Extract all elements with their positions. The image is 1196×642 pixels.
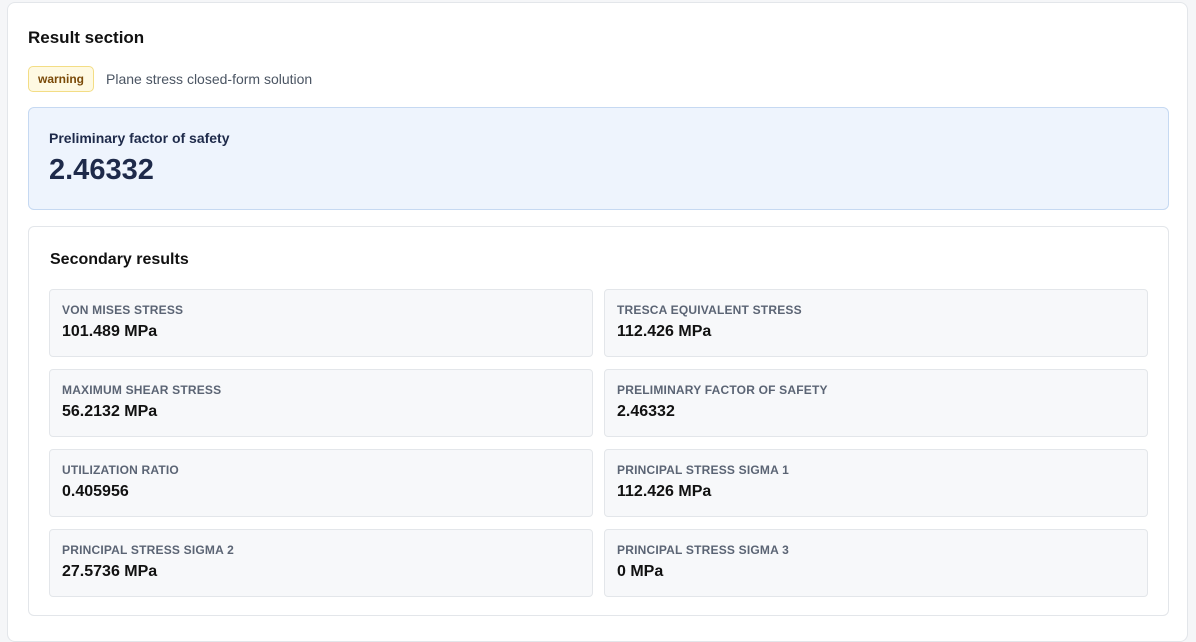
metric-principal-stress-sigma-3: PRINCIPAL STRESS SIGMA 3 0 MPa <box>604 529 1148 597</box>
metric-utilization-ratio: UTILIZATION RATIO 0.405956 <box>49 449 593 517</box>
metric-label: PRINCIPAL STRESS SIGMA 1 <box>617 463 789 477</box>
secondary-results-card: Secondary results VON MISES STRESS 101.4… <box>28 226 1169 616</box>
metric-label: PRELIMINARY FACTOR OF SAFETY <box>617 383 828 397</box>
warning-badge: warning <box>28 66 95 92</box>
metric-value: 0 MPa <box>617 563 664 580</box>
primary-result-card: Preliminary factor of safety 2.46332 <box>28 107 1169 210</box>
metrics-grid: VON MISES STRESS 101.489 MPa TRESCA EQUI… <box>49 289 1148 597</box>
metric-value: 112.426 MPa <box>617 323 712 340</box>
secondary-results-title: Secondary results <box>50 251 189 268</box>
metric-value: 101.489 MPa <box>62 323 158 340</box>
metric-tresca-equivalent-stress: TRESCA EQUIVALENT STRESS 112.426 MPa <box>604 289 1148 357</box>
metric-maximum-shear-stress: MAXIMUM SHEAR STRESS 56.2132 MPa <box>49 369 593 437</box>
metric-principal-stress-sigma-2: PRINCIPAL STRESS SIGMA 2 27.5736 MPa <box>49 529 593 597</box>
metric-value: 56.2132 MPa <box>62 403 158 420</box>
result-section-title: Result section <box>28 28 145 47</box>
result-section: Result section warning Plane stress clos… <box>7 2 1188 642</box>
metric-label: PRINCIPAL STRESS SIGMA 2 <box>62 543 234 557</box>
metric-value: 112.426 MPa <box>617 483 712 500</box>
metric-preliminary-factor-of-safety: PRELIMINARY FACTOR OF SAFETY 2.46332 <box>604 369 1148 437</box>
metric-label: VON MISES STRESS <box>62 303 184 317</box>
metric-label: PRINCIPAL STRESS SIGMA 3 <box>617 543 789 557</box>
metric-value: 27.5736 MPa <box>62 563 158 580</box>
status-row: warning Plane stress closed-form solutio… <box>28 66 312 92</box>
metric-von-mises-stress: VON MISES STRESS 101.489 MPa <box>49 289 593 357</box>
metric-label: MAXIMUM SHEAR STRESS <box>62 383 222 397</box>
metric-value: 2.46332 <box>617 403 675 420</box>
metric-value: 0.405956 <box>62 483 129 500</box>
metric-principal-stress-sigma-1: PRINCIPAL STRESS SIGMA 1 112.426 MPa <box>604 449 1148 517</box>
primary-result-value: 2.46332 <box>49 154 154 186</box>
metric-label: UTILIZATION RATIO <box>62 463 179 477</box>
metric-label: TRESCA EQUIVALENT STRESS <box>617 303 802 317</box>
solution-method-text: Plane stress closed-form solution <box>106 71 313 87</box>
primary-result-label: Preliminary factor of safety <box>49 130 230 146</box>
